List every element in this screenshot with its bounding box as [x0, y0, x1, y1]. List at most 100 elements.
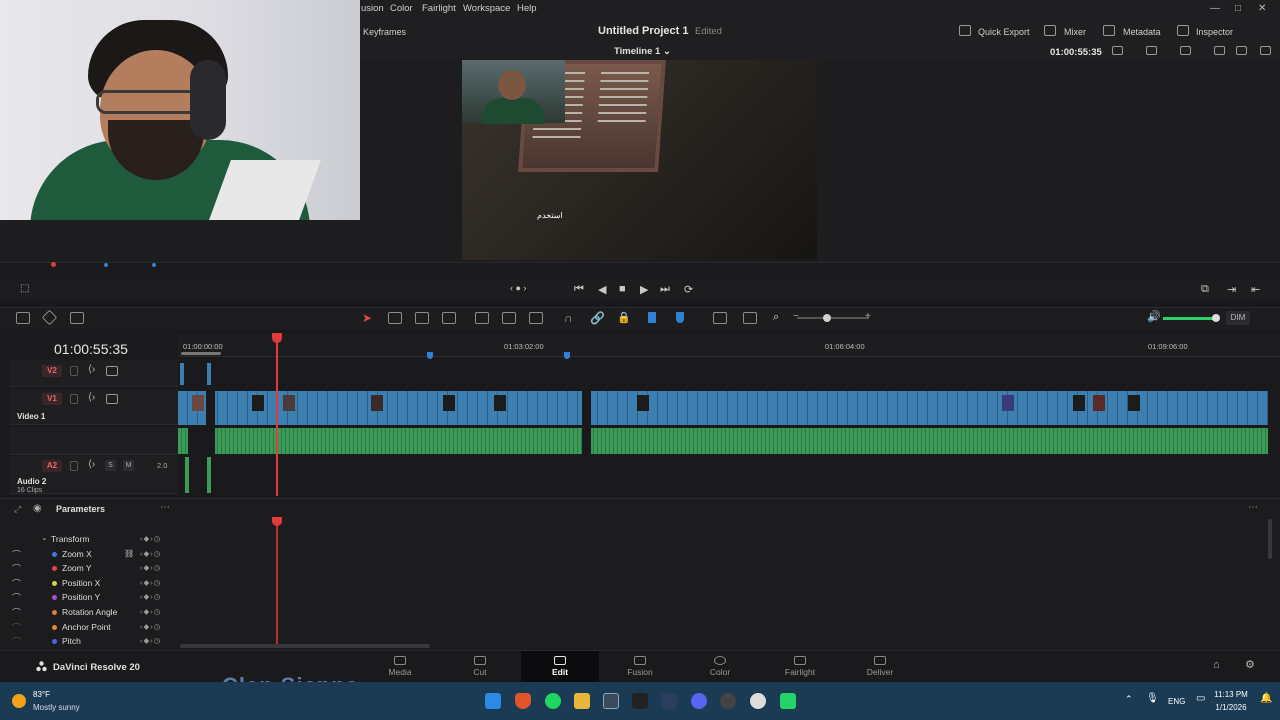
flag-icon[interactable]	[648, 312, 656, 323]
timeline-ruler[interactable]: 01:00:00:00 01:03:02:00 01:06:04:00 01:0…	[178, 333, 1280, 357]
expand-icon[interactable]: ⤢	[14, 504, 21, 515]
auto-select-icon[interactable]: ⟨›	[88, 392, 95, 403]
audio-clip[interactable]	[207, 457, 211, 493]
timeline-selector[interactable]: Timeline 1 ⌄	[614, 46, 671, 57]
whatsapp-icon[interactable]	[780, 693, 796, 709]
metadata-button[interactable]: Metadata	[1123, 27, 1161, 37]
zoom-slider[interactable]	[797, 317, 869, 319]
track-view-icon[interactable]	[41, 309, 58, 326]
detail-zoom-icon[interactable]	[743, 312, 757, 324]
timeline-marker[interactable]	[427, 352, 433, 359]
bypass-icon[interactable]	[1214, 46, 1225, 55]
keyframe-nav-icon[interactable]: ‹◆›◷	[140, 592, 161, 601]
volume-slider-handle[interactable]	[1212, 314, 1220, 322]
brave-icon[interactable]	[515, 693, 531, 709]
tab-edit[interactable]: Edit	[521, 651, 599, 683]
overlay-icon[interactable]	[1180, 46, 1191, 55]
keyframe-nav-icon[interactable]: ‹◆›◷	[140, 549, 161, 558]
weather-temp[interactable]: 83°F	[33, 690, 50, 699]
discord-icon[interactable]	[691, 693, 707, 709]
mini-marker[interactable]	[104, 263, 108, 267]
audio-meter-icon[interactable]	[70, 312, 84, 324]
keyframe-nav-icon[interactable]: ‹◆›◷	[140, 534, 161, 543]
layout-toggle-icon[interactable]	[16, 312, 30, 324]
settings-taskbar-icon[interactable]	[750, 693, 766, 709]
viewer-size-icon[interactable]	[1112, 46, 1123, 55]
auto-select-icon[interactable]: ⟨›	[88, 459, 95, 470]
param-row[interactable]: ⌒ Zoom Y ‹◆›◷	[10, 562, 178, 577]
param-row[interactable]: ⌒ Position Y ‹◆›◷	[10, 591, 178, 606]
match-frame-icon[interactable]: ⧉	[1201, 283, 1209, 296]
play-button[interactable]: ▶	[640, 283, 648, 296]
microphone-icon[interactable]: 🎙	[1146, 693, 1159, 704]
panel-options-icon[interactable]: ⋯	[1248, 502, 1258, 513]
blade-tool-icon[interactable]	[442, 312, 456, 324]
trim-tool-icon[interactable]	[388, 312, 402, 324]
play-reverse-button[interactable]: ◀	[598, 283, 606, 296]
menu-workspace[interactable]: Workspace	[463, 3, 510, 14]
keyframes-toggle[interactable]: Keyframes	[363, 27, 406, 37]
param-group-transform[interactable]: ⌄ Transform ‹◆›◷	[10, 533, 178, 548]
playhead-handle[interactable]	[272, 333, 282, 343]
stop-button[interactable]: ■	[619, 283, 626, 295]
mute-button[interactable]: M	[123, 460, 134, 471]
language-indicator[interactable]: ENG	[1168, 697, 1185, 706]
curve-icon[interactable]: ⌒	[12, 621, 21, 634]
custom-zoom-icon[interactable]: ⌕	[773, 311, 779, 324]
keyframe-nav-icon[interactable]: ‹◆›◷	[140, 607, 161, 616]
settings-gear-icon[interactable]: ⚙	[1245, 658, 1255, 671]
zoom-slider-handle[interactable]	[823, 314, 831, 322]
tab-cut[interactable]: Cut	[441, 651, 519, 683]
filter-icon[interactable]: ◉	[33, 503, 42, 514]
network-icon[interactable]: ▭	[1196, 693, 1205, 704]
curve-icon[interactable]: ⌒	[12, 635, 21, 645]
obs-icon[interactable]	[720, 693, 736, 709]
dynamic-trim-icon[interactable]	[415, 312, 429, 324]
minimize-icon[interactable]: —	[1210, 3, 1220, 14]
mini-marker[interactable]	[152, 263, 156, 267]
menu-help[interactable]: Help	[517, 3, 537, 14]
full-extent-zoom-icon[interactable]	[713, 312, 727, 324]
dim-button[interactable]: DIM	[1226, 311, 1250, 325]
keyframe-playhead-handle[interactable]	[272, 517, 282, 526]
inspector-button[interactable]: Inspector	[1196, 27, 1233, 37]
crop-icon[interactable]: ⬚	[20, 283, 29, 294]
weather-desc[interactable]: Mostly sunny	[33, 703, 80, 712]
tray-chevron-icon[interactable]: ⌃	[1125, 694, 1133, 705]
fullscreen-icon[interactable]	[1260, 46, 1271, 55]
mini-scrubber[interactable]	[0, 262, 1280, 274]
track-visibility-icon[interactable]	[106, 366, 118, 376]
clock-time[interactable]: 11:13 PM	[1206, 690, 1256, 699]
auto-select-icon[interactable]: ⟨›	[88, 364, 95, 375]
windows-start-icon[interactable]	[485, 693, 501, 709]
position-lock-icon[interactable]: 🔒	[617, 311, 631, 324]
curve-icon[interactable]: ⌒	[12, 591, 21, 604]
tab-color[interactable]: Color	[681, 651, 759, 683]
snapping-icon[interactable]: ∩	[564, 311, 573, 325]
keyframe-nav-icon[interactable]: ‹◆›◷	[140, 563, 161, 572]
keyframe-playhead[interactable]	[276, 519, 278, 645]
viewer-mode-icon[interactable]	[1146, 46, 1157, 55]
steam-icon[interactable]	[661, 693, 677, 709]
video-clip[interactable]	[207, 363, 211, 385]
go-to-end-button[interactable]: ⏭	[660, 283, 670, 296]
param-row[interactable]: ⌒ Rotation Angle ‹◆›◷	[10, 606, 178, 621]
curve-icon[interactable]: ⌒	[12, 577, 21, 590]
menu-fairlight[interactable]: Fairlight	[422, 3, 456, 14]
curve-icon[interactable]: ⌒	[12, 548, 21, 561]
more-options-icon[interactable]: ⋯	[160, 502, 170, 513]
audio-clip[interactable]	[185, 457, 189, 493]
file-explorer-icon[interactable]	[574, 693, 590, 709]
insert-clip-icon[interactable]	[475, 312, 489, 324]
keyframe-scrollbar[interactable]	[180, 644, 430, 648]
param-row[interactable]: ⌒ Pitch ‹◆›◷	[10, 635, 178, 645]
timeline-scroll-indicator[interactable]	[181, 352, 221, 355]
menu-color[interactable]: Color	[390, 3, 413, 14]
lock-icon[interactable]	[70, 366, 78, 376]
tab-deliver[interactable]: Deliver	[841, 651, 919, 683]
overwrite-clip-icon[interactable]	[502, 312, 516, 324]
track-tag-v1[interactable]: V1	[42, 393, 62, 405]
track-tag-v2[interactable]: V2	[42, 365, 62, 377]
davinci-taskbar-icon[interactable]	[603, 693, 619, 709]
volume-slider[interactable]	[1163, 317, 1215, 320]
